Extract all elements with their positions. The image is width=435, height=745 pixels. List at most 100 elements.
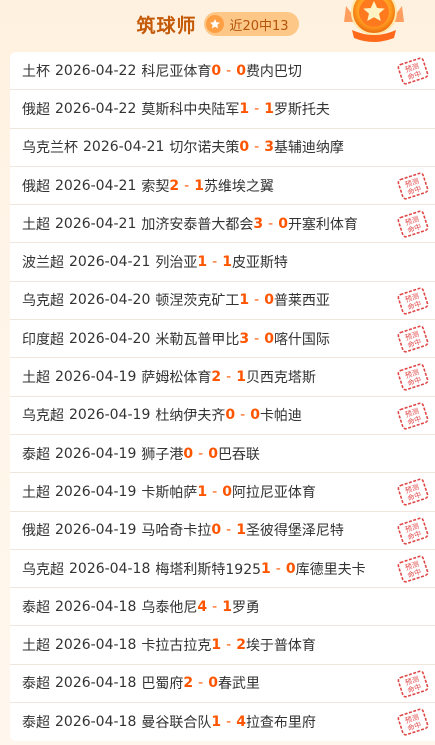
match-row[interactable]: 土杯 2026-04-22 科尼亚体育 0-0 费内巴切 预测 命中 (10, 52, 435, 91)
match-league: 土杯 (22, 63, 50, 80)
home-team: 列治亚 (155, 255, 198, 272)
match-row[interactable]: 乌克超 2026-04-19 杜纳伊夫齐 0-0 卡帕迪 预测 命中 (10, 397, 435, 435)
away-team: 费内巴切 (245, 63, 302, 80)
away-score: 1 (236, 369, 246, 386)
home-score: 0 (225, 407, 236, 424)
prediction-hit-stamp: 预测命中 (397, 325, 429, 353)
home-score: 0 (211, 62, 222, 79)
away-score: 3 (264, 139, 274, 156)
home-team: 顿涅茨克矿工 (155, 293, 240, 310)
home-score: 1 (197, 254, 208, 271)
away-team: 普莱西亚 (273, 293, 330, 310)
away-team: 喀什国际 (273, 331, 330, 348)
match-row[interactable]: 俄超 2026-04-22 莫斯科中央陆军 1-1 罗斯托夫 (10, 90, 435, 129)
away-team: 卡帕迪 (259, 408, 302, 425)
away-score: 0 (264, 292, 274, 309)
home-score: 3 (253, 215, 264, 232)
match-row[interactable]: 土超 2026-04-18 卡拉古拉克 1-2 埃于普体育 (10, 626, 435, 665)
home-team: 卡拉古拉克 (141, 638, 212, 655)
home-team: 切尔诺夫策 (169, 140, 240, 157)
away-score: 1 (236, 522, 246, 539)
match-row[interactable]: 泰超 2026-04-18 巴蜀府 2-0 春武里 预测 命中 (10, 665, 435, 704)
score-separator: - (268, 215, 274, 232)
match-league: 泰超 (22, 446, 50, 463)
home-team: 乌泰他尼 (141, 599, 198, 616)
away-team: 春武里 (217, 676, 260, 693)
away-score: 0 (208, 445, 218, 462)
match-league: 俄超 (22, 523, 50, 540)
match-row[interactable]: 印度超 2026-04-20 米勒瓦普甲比 3-0 喀什国际 预测 命中 (10, 320, 435, 359)
match-row[interactable]: 土超 2026-04-19 卡斯帕萨 1-0 阿拉尼亚体育 预测 命中 (10, 473, 435, 512)
prediction-hit-stamp: 预测命中 (397, 670, 429, 698)
match-date: 2026-04-18 (69, 560, 151, 577)
match-date: 2026-04-20 (69, 330, 151, 347)
away-score: 1 (222, 598, 232, 615)
match-league: 泰超 (22, 599, 50, 616)
away-score: 0 (222, 483, 232, 500)
page-title: 筑球师 (136, 14, 197, 37)
away-team: 开塞利体育 (287, 216, 358, 233)
away-score: 2 (236, 637, 246, 654)
prediction-hit-stamp: 预测命中 (397, 172, 429, 200)
match-league: 俄超 (22, 101, 50, 118)
away-team: 基辅迪纳摩 (273, 140, 344, 157)
match-row[interactable]: 土超 2026-04-21 加济安泰普大都会 3-0 开塞利体育 预测 命中 (10, 205, 435, 244)
match-row[interactable]: 泰超 2026-04-18 曼谷联合队 1-4 拉查布里府 预测 命中 (10, 703, 435, 741)
home-score: 1 (197, 483, 208, 500)
score-separator: - (226, 522, 232, 539)
prediction-hit-stamp: 预测命中 (397, 708, 429, 736)
home-score: 2 (211, 369, 222, 386)
match-league: 泰超 (22, 676, 50, 693)
away-team: 贝西克塔斯 (245, 370, 316, 387)
match-row[interactable]: 俄超 2026-04-21 索契 2-1 苏维埃之翼 预测 命中 (10, 167, 435, 206)
match-row[interactable]: 泰超 2026-04-18 乌泰他尼 4-1 罗勇 (10, 588, 435, 627)
away-team: 埃于普体育 (245, 638, 316, 655)
match-row[interactable]: 波兰超 2026-04-21 列治亚 1-1 皮亚斯特 (10, 243, 435, 282)
match-row[interactable]: 泰超 2026-04-19 狮子港 0-0 巴吞联 (10, 435, 435, 474)
home-score: 1 (239, 292, 250, 309)
score-separator: - (254, 292, 260, 309)
match-row[interactable]: 俄超 2026-04-19 马哈奇卡拉 0-1 圣彼得堡泽尼特 预测 命中 (10, 512, 435, 550)
match-row[interactable]: 乌克超 2026-04-18 梅塔利斯特1925 1-0 库德里夫卡 预测 命中 (10, 550, 435, 589)
away-team: 拉查布里府 (245, 715, 316, 732)
home-score: 0 (239, 139, 250, 156)
record-badge[interactable]: 近20中13 (204, 12, 299, 36)
away-score: 0 (264, 330, 274, 347)
match-league: 乌克超 (22, 293, 64, 310)
prediction-hit-stamp: 预测命中 (397, 287, 429, 315)
home-score: 1 (239, 100, 250, 117)
prediction-hit-stamp: 预测命中 (397, 363, 429, 391)
match-league: 波兰超 (22, 255, 64, 272)
match-date: 2026-04-18 (55, 714, 137, 731)
match-league: 土超 (22, 216, 50, 233)
match-date: 2026-04-18 (55, 598, 137, 615)
home-team: 加济安泰普大都会 (141, 216, 254, 233)
home-team: 萨姆松体育 (141, 370, 212, 387)
score-separator: - (212, 483, 218, 500)
match-date: 2026-04-21 (69, 254, 151, 271)
home-team: 曼谷联合队 (141, 715, 212, 732)
match-row[interactable]: 乌克兰杯 2026-04-21 切尔诺夫策 0-3 基辅迪纳摩 (10, 129, 435, 167)
home-team: 巴蜀府 (141, 676, 184, 693)
match-league: 土超 (22, 370, 50, 387)
away-team: 巴吞联 (217, 446, 260, 463)
match-league: 乌克超 (22, 561, 64, 578)
home-score: 4 (197, 598, 208, 615)
home-score: 1 (211, 714, 222, 731)
score-separator: - (226, 637, 232, 654)
score-separator: - (198, 445, 204, 462)
away-score: 1 (222, 254, 232, 271)
score-separator: - (226, 369, 232, 386)
score-separator: - (275, 560, 281, 577)
score-separator: - (226, 714, 232, 731)
match-date: 2026-04-19 (69, 407, 151, 424)
score-separator: - (240, 407, 246, 424)
score-separator: - (254, 139, 260, 156)
match-date: 2026-04-18 (55, 637, 137, 654)
away-team: 库德里夫卡 (295, 561, 366, 578)
match-row[interactable]: 乌克超 2026-04-20 顿涅茨克矿工 1-0 普莱西亚 预测 命中 (10, 282, 435, 321)
away-team: 阿拉尼亚体育 (231, 484, 316, 501)
match-row[interactable]: 土超 2026-04-19 萨姆松体育 2-1 贝西克塔斯 预测 命中 (10, 358, 435, 397)
home-score: 2 (169, 177, 180, 194)
match-date: 2026-04-21 (83, 139, 165, 156)
